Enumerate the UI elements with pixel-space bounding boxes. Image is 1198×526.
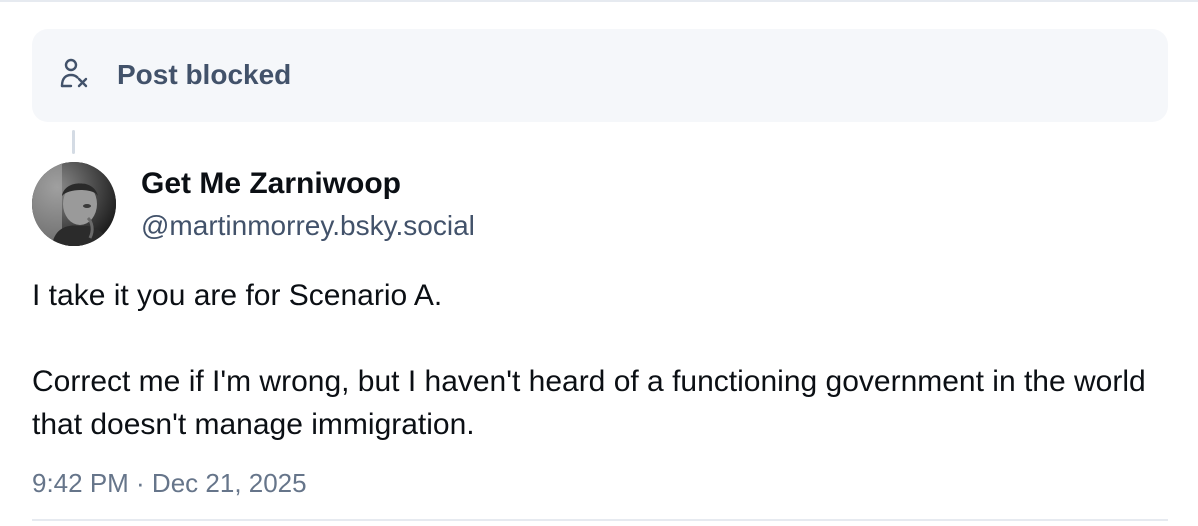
bottom-divider <box>32 519 1168 521</box>
post-paragraph: I take it you are for Scenario A. <box>32 279 443 312</box>
thread-connector <box>72 130 75 154</box>
post-text: I take it you are for Scenario A. Correc… <box>32 274 1152 446</box>
author-handle[interactable]: @martinmorrey.bsky.social <box>141 208 475 244</box>
avatar[interactable] <box>32 162 116 246</box>
post-timestamp[interactable]: 9:42 PM · Dec 21, 2025 <box>32 466 307 500</box>
post-paragraph: Correct me if I'm wrong, but I haven't h… <box>32 365 1146 441</box>
person-x-icon <box>60 58 88 88</box>
author-display-name[interactable]: Get Me Zarniwoop <box>141 166 401 202</box>
top-divider <box>0 0 1198 2</box>
blocked-label: Post blocked <box>117 59 292 90</box>
avatar-photo <box>32 162 116 246</box>
